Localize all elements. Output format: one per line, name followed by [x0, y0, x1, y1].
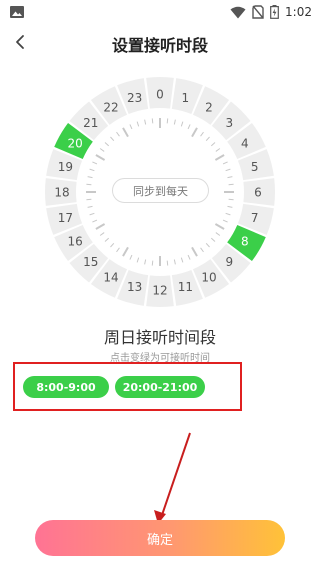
hour-label: 8: [241, 235, 249, 249]
status-time: 1:02: [285, 5, 312, 19]
page-title: 设置接听时段: [111, 36, 208, 55]
hour-label: 5: [251, 160, 259, 174]
clock-tick: [215, 148, 221, 152]
clock-tick: [187, 124, 191, 130]
clock-tick: [205, 242, 210, 248]
clock-tick: [136, 257, 140, 263]
wifi-icon: [230, 6, 246, 18]
no-sim-icon: [252, 5, 264, 19]
battery-icon: [270, 5, 279, 19]
clock-tick: [191, 246, 198, 257]
hour-label: 15: [83, 255, 98, 269]
clock-tick: [214, 154, 225, 161]
clock-tick: [104, 237, 110, 242]
hour-label: 17: [58, 211, 73, 225]
clock-tick: [228, 198, 234, 201]
clock-tick: [228, 183, 234, 186]
hour-label: 3: [225, 116, 233, 130]
clock-tick: [173, 119, 176, 125]
hour-label: 16: [67, 235, 82, 249]
hour-segment-0[interactable]: 0: [146, 77, 174, 109]
clock-tick: [122, 246, 129, 257]
clock-tick: [215, 232, 221, 236]
clock-tick: [129, 124, 133, 130]
hour-label: 12: [152, 284, 167, 298]
hour-label: 11: [178, 280, 193, 294]
hour-label: 2: [205, 101, 213, 115]
slot-chip[interactable]: 20:00-21:00: [115, 376, 205, 398]
clock-tick: [166, 260, 169, 266]
clock-tick: [144, 259, 147, 265]
clock-tick: [214, 223, 225, 230]
slot-chip[interactable]: 8:00-9:00: [23, 376, 109, 398]
hour-label: 23: [127, 91, 142, 105]
clock-tick: [187, 254, 191, 260]
clock-tick: [180, 257, 184, 263]
hour-label: 22: [103, 101, 118, 115]
clock-tick: [225, 168, 231, 172]
clock-tick: [110, 136, 115, 142]
clock-tick: [129, 254, 133, 260]
clock-tick: [89, 212, 95, 216]
system-icons: 1:02: [230, 4, 312, 20]
clock-tick: [166, 118, 169, 124]
clock-tick: [210, 237, 216, 242]
clock-tick: [222, 219, 228, 223]
hour-segment-12[interactable]: 12: [146, 275, 174, 307]
clock-tick: [116, 247, 120, 253]
gallery-icon: [10, 6, 24, 18]
clock-tick: [227, 176, 233, 179]
hour-label: 19: [58, 160, 73, 174]
clock-tick: [110, 242, 115, 248]
clock-tick: [227, 205, 233, 208]
annotation-arrow: [154, 432, 191, 524]
hour-label: 18: [54, 186, 69, 200]
hour-label: 1: [182, 91, 190, 105]
hour-label: 21: [83, 116, 98, 130]
hour-segment-6[interactable]: 6: [243, 178, 275, 206]
clock-tick: [173, 259, 176, 265]
clock-tick: [92, 219, 98, 223]
clock-tick: [99, 148, 105, 152]
nav-bar: 设置接听时段: [0, 24, 320, 64]
hour-segment-18[interactable]: 18: [44, 178, 77, 206]
hour-label: 13: [127, 280, 142, 294]
clock-tick: [144, 119, 147, 125]
clock-tick: [200, 247, 204, 253]
clock-tick: [122, 127, 129, 138]
clock-tick: [86, 183, 92, 186]
sync-to-everyday-button[interactable]: 同步到每天: [112, 178, 209, 203]
hour-label: 0: [156, 88, 164, 102]
clock-tick: [99, 232, 105, 236]
hour-label: 7: [251, 211, 259, 225]
clock-tick: [95, 223, 106, 230]
clock-tick: [151, 260, 154, 266]
hour-label: 9: [225, 255, 233, 269]
day-title: 周日接听时间段: [103, 328, 216, 347]
clock-tick: [89, 168, 95, 172]
status-bar: 1:02: [0, 0, 320, 24]
clock-tick: [191, 127, 198, 138]
clock-tick: [87, 176, 93, 179]
clock-tick: [92, 161, 98, 165]
clock-tick: [205, 136, 210, 142]
clock-tick: [136, 121, 140, 127]
clock-tick: [86, 198, 92, 201]
clock-tick: [116, 131, 120, 137]
clock-tick: [200, 131, 204, 137]
clock-tick: [95, 154, 106, 161]
hour-label: 20: [67, 137, 82, 151]
clock-tick: [151, 118, 154, 124]
clock-tick: [222, 161, 228, 165]
hour-label: 10: [201, 270, 216, 284]
confirm-button[interactable]: 确定: [35, 520, 285, 556]
clock-tick: [104, 142, 110, 147]
clock-tick: [210, 142, 216, 147]
hour-label: 14: [103, 270, 118, 284]
clock-tick: [180, 121, 184, 127]
clock-tick: [87, 205, 93, 208]
hour-label: 6: [254, 186, 262, 200]
clock-tick: [225, 212, 231, 216]
hour-label: 4: [241, 137, 249, 151]
